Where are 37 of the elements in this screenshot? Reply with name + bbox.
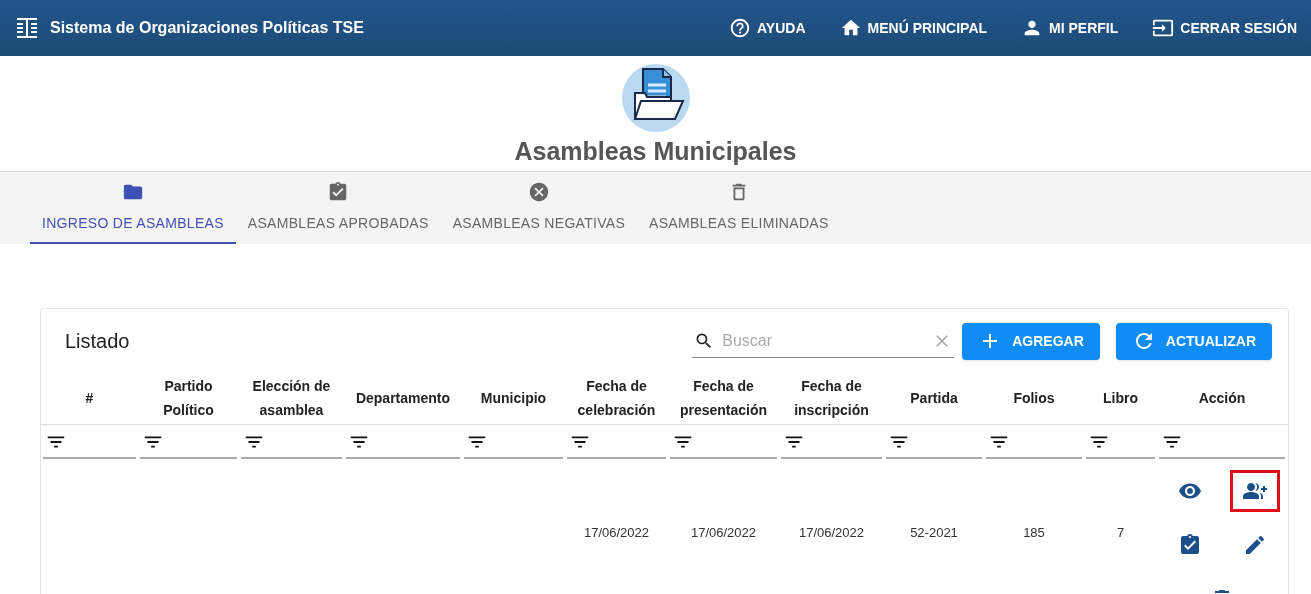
table-cell-text: 185: [1023, 524, 1045, 542]
tab[interactable]: ASAMBLEAS ELIMINADAS: [637, 172, 841, 244]
action-button[interactable]: AGREGAR: [962, 322, 1100, 360]
table-cell-text: 17/06/2022: [798, 524, 865, 542]
logo-icon: [14, 15, 40, 41]
nav-link[interactable]: CERRAR SESIÓN: [1152, 17, 1297, 39]
column-header: Folios: [1013, 388, 1055, 408]
folder-document-icon: [620, 63, 691, 133]
nav-link[interactable]: MENÚ PRINCIPAL: [839, 17, 988, 39]
column-header: Fecha de celebración: [576, 376, 657, 420]
column-header: Elección de asamblea: [251, 376, 332, 420]
table-cell-text: 52-2021: [910, 524, 958, 542]
table-cell-text: 17/06/2022: [583, 524, 650, 542]
logout-icon: [1152, 17, 1175, 39]
column-header: Acción: [1198, 388, 1246, 408]
help-icon: [729, 17, 752, 39]
tab[interactable]: ASAMBLEAS NEGATIVAS: [440, 172, 638, 244]
list-title: Listado: [65, 329, 130, 354]
action-button[interactable]: ACTUALIZAR: [1115, 322, 1272, 360]
column-header: Partida: [910, 388, 958, 408]
tab[interactable]: INGRESO DE ASAMBLEAS: [30, 172, 236, 244]
nav-link[interactable]: AYUDA: [729, 17, 806, 39]
nav-link[interactable]: MI PERFIL: [1021, 17, 1119, 39]
table-cell-text: 17/06/2022: [690, 524, 757, 542]
app-title: Sistema de Organizaciones Políticas TSE: [50, 18, 364, 38]
column-header: Fecha de inscripción: [793, 376, 870, 420]
column-header: #: [85, 388, 94, 408]
cancel-icon: [527, 180, 550, 203]
tab[interactable]: ASAMBLEAS APROBADAS: [235, 172, 441, 244]
page-title: Asambleas Municipales: [514, 139, 797, 164]
column-header: Partido Político: [162, 376, 215, 420]
table-cell-text: 7: [1116, 524, 1125, 542]
column-header: Departamento: [355, 388, 451, 408]
column-header: Municipio: [480, 388, 547, 408]
column-header: Fecha de presentación: [678, 376, 769, 420]
search-field[interactable]: Buscar: [722, 328, 925, 353]
column-header: Libro: [1103, 388, 1138, 408]
